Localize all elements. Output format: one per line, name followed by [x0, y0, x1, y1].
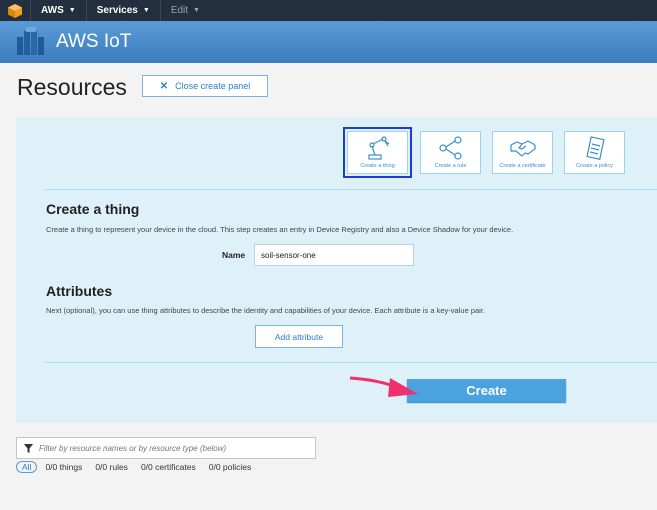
- services-menu-label: Services: [96, 5, 138, 16]
- tile-label: Create a certificate: [499, 163, 546, 169]
- resource-counts: All 0/0 things 0/0 rules 0/0 certificate…: [16, 461, 264, 473]
- create-button[interactable]: Create: [407, 379, 566, 402]
- filter-input[interactable]: [39, 443, 309, 453]
- tile-create-policy[interactable]: Create a policy: [564, 131, 625, 174]
- top-nav-bar: AWS ▼ Services ▼ Edit ▼: [0, 0, 657, 21]
- tile-label: Create a rule: [434, 163, 467, 169]
- aws-iot-logo-icon: [17, 27, 44, 55]
- attributes-heading: Attributes: [46, 283, 113, 299]
- clipboard-icon: [585, 136, 605, 160]
- thing-name-input[interactable]: [254, 244, 414, 266]
- service-title: AWS IoT: [56, 31, 132, 52]
- edit-menu[interactable]: Edit ▼: [159, 0, 210, 21]
- tile-create-certificate[interactable]: Create a certificate: [492, 131, 553, 174]
- things-count[interactable]: 0/0 things: [45, 462, 82, 472]
- service-header: AWS IoT: [0, 21, 657, 63]
- close-icon: ✕: [159, 80, 169, 92]
- handshake-icon: [509, 140, 536, 157]
- tile-label: Create a policy: [576, 163, 613, 169]
- annotation-arrow-icon: [350, 376, 418, 397]
- aws-menu-label: AWS: [41, 5, 64, 16]
- edit-menu-label: Edit: [170, 5, 189, 16]
- chevron-down-icon: ▼: [142, 7, 150, 14]
- add-attribute-button[interactable]: Add attribute: [255, 325, 343, 348]
- create-thing-heading: Create a thing: [46, 201, 140, 217]
- attributes-description: Next (optional), you can use thing attri…: [46, 306, 485, 315]
- divider: [44, 189, 657, 190]
- services-menu[interactable]: Services ▼: [85, 0, 160, 21]
- close-create-panel-button[interactable]: ✕ Close create panel: [142, 75, 268, 97]
- tile-create-rule[interactable]: Create a rule: [420, 131, 481, 174]
- filter-icon: [17, 443, 39, 453]
- page-title: Resources: [17, 74, 127, 100]
- flow-icon: [438, 136, 462, 160]
- certificates-count[interactable]: 0/0 certificates: [141, 462, 196, 472]
- tile-create-thing[interactable]: Create a thing: [343, 127, 412, 178]
- create-thing-description: Create a thing to represent your device …: [46, 225, 514, 234]
- robot-arm-icon: [367, 136, 389, 160]
- create-panel: Create a thing Create a rule Create a ce…: [16, 117, 657, 423]
- chevron-down-icon: ▼: [68, 7, 76, 14]
- policies-count[interactable]: 0/0 policies: [209, 462, 252, 472]
- filter-all-badge[interactable]: All: [16, 461, 38, 473]
- tile-label: Create a thing: [360, 163, 395, 169]
- aws-menu[interactable]: AWS ▼: [30, 0, 86, 21]
- close-create-panel-label: Close create panel: [175, 81, 251, 91]
- aws-cube-icon[interactable]: [0, 0, 30, 21]
- rules-count[interactable]: 0/0 rules: [95, 462, 128, 472]
- chevron-down-icon: ▼: [193, 7, 200, 14]
- name-label: Name: [222, 250, 246, 260]
- resource-filter[interactable]: [16, 437, 316, 459]
- divider: [44, 362, 657, 363]
